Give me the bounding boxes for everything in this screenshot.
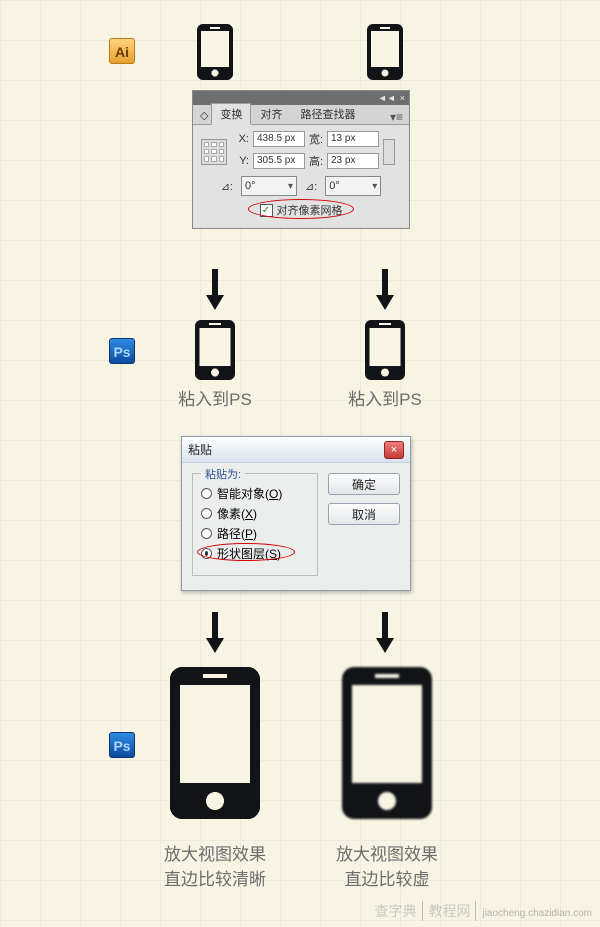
phone-icon-ai-sharp <box>197 24 233 80</box>
arrow-down-icon <box>376 295 394 310</box>
phone-icon-ai-soft <box>367 24 403 80</box>
fieldset-legend: 粘贴为: <box>201 466 245 482</box>
label-y: Y: <box>235 155 249 167</box>
paste-as-fieldset: 粘贴为: 智能对象(O) 像素(X) 路径(P) 形状图层(S) <box>192 473 318 576</box>
field-y[interactable]: 305.5 px <box>253 153 305 169</box>
caption-zoom-right: 放大视图效果 直边比较虚 <box>320 843 454 892</box>
align-pixel-grid-checkbox[interactable]: ✓ <box>260 204 273 217</box>
tab-align[interactable]: 对齐 <box>251 103 291 125</box>
radio-path-label: 路径(P) <box>217 525 257 542</box>
dialog-title: 粘贴 <box>188 437 212 463</box>
ai-badge: Ai <box>109 38 135 64</box>
watermark: 查字典 教程网 jiaocheng.chazidian.com <box>374 901 592 921</box>
angle-select[interactable]: 0° <box>241 176 297 196</box>
dialog-close-button[interactable]: × <box>384 441 404 459</box>
caption-zoom-left: 放大视图效果 直边比较清晰 <box>148 843 282 892</box>
align-pixel-grid-label: 对齐像素网格 <box>277 202 343 218</box>
radio-pixels[interactable] <box>201 508 212 519</box>
arrow-down-icon <box>206 638 224 653</box>
label-h: 高: <box>309 153 323 169</box>
arrow-down-icon <box>206 295 224 310</box>
shear-icon: ⊿: <box>305 180 317 193</box>
shear-select[interactable]: 0° <box>325 176 381 196</box>
panel-close-icon[interactable]: × <box>400 93 405 103</box>
phone-large-soft <box>342 667 432 819</box>
phone-icon-ps-sharp <box>195 320 235 380</box>
panel-collapse-icon[interactable]: ◄◄ <box>378 93 396 103</box>
field-h[interactable]: 23 px <box>327 153 379 169</box>
radio-pixels-label: 像素(X) <box>217 505 257 522</box>
angle-icon: ⊿: <box>221 180 233 193</box>
ps-badge: Ps <box>109 732 135 758</box>
radio-shape-layer-label: 形状图层(S) <box>217 545 281 562</box>
arrow-down-icon <box>376 638 394 653</box>
radio-shape-layer[interactable] <box>201 548 212 559</box>
field-x[interactable]: 438.5 px <box>253 131 305 147</box>
panel-menu-icon[interactable]: ▾≡ <box>384 110 409 124</box>
tab-transform[interactable]: 变换 <box>211 103 251 125</box>
ps-badge: Ps <box>109 338 135 364</box>
cancel-button[interactable]: 取消 <box>328 503 400 525</box>
tab-diamond-icon: ◇ <box>197 107 211 124</box>
transform-panel: ◄◄ × ◇ 变换 对齐 路径查找器 ▾≡ X: 438.5 px Y: 305.5… <box>192 90 410 229</box>
label-x: X: <box>235 133 249 145</box>
field-w[interactable]: 13 px <box>327 131 379 147</box>
radio-smart-object-label: 智能对象(O) <box>217 485 282 502</box>
phone-large-sharp <box>170 667 260 819</box>
reference-point[interactable] <box>201 139 227 165</box>
label-w: 宽: <box>309 131 323 147</box>
caption-paste-right: 粘入到PS <box>330 388 440 413</box>
radio-path[interactable] <box>201 528 212 539</box>
phone-icon-ps-soft <box>365 320 405 380</box>
tab-pathfinder[interactable]: 路径查找器 <box>291 103 364 125</box>
radio-smart-object[interactable] <box>201 488 212 499</box>
link-constraint-icon[interactable] <box>383 139 395 165</box>
ok-button[interactable]: 确定 <box>328 473 400 495</box>
caption-paste-left: 粘入到PS <box>160 388 270 413</box>
paste-dialog: 粘贴 × 粘贴为: 智能对象(O) 像素(X) 路径(P) 形状图层(S) 确定… <box>181 436 411 591</box>
